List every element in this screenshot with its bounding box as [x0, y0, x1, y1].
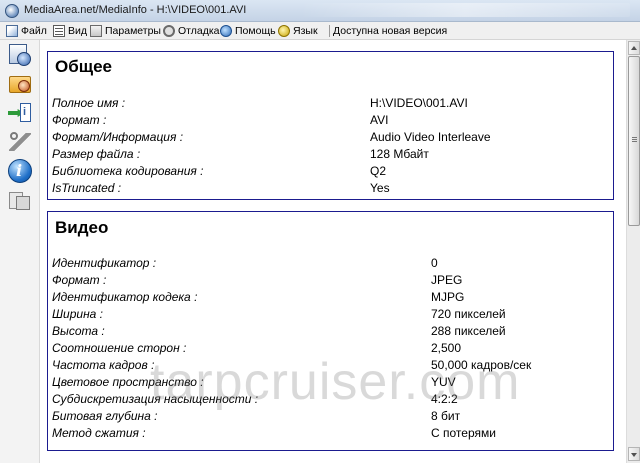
field-value: 720 пикселей — [431, 307, 506, 321]
field-value: 50,000 кадров/сек — [431, 358, 532, 372]
field-label: Цветовое пространство : — [52, 375, 204, 389]
open-folder-icon — [18, 80, 30, 92]
language-icon — [278, 25, 290, 37]
scroll-up-icon[interactable] — [628, 41, 640, 55]
field-value: 8 бит — [431, 409, 461, 423]
field-label: Идентификатор : — [52, 256, 157, 270]
open-file-button[interactable] — [7, 42, 33, 68]
mediainfo-app-icon[interactable] — [5, 4, 19, 18]
field-label: Полное имя : — [52, 96, 126, 110]
field-label: Высота : — [52, 324, 105, 338]
title-bar: MediaArea.net/MediaInfo - H:\VIDEO\001.A… — [0, 0, 640, 22]
field-label: Идентификатор кодека : — [52, 290, 198, 304]
donate-button[interactable] — [7, 187, 33, 213]
left-toolbar: i i — [0, 40, 40, 463]
menu-separator — [329, 25, 330, 37]
menu-help[interactable]: Помощь — [220, 23, 276, 39]
field-value: 4:2:2 — [431, 392, 458, 406]
menu-debug[interactable]: Отладка — [163, 23, 220, 39]
scroll-down-icon[interactable] — [628, 447, 640, 461]
menu-params[interactable]: Параметры — [90, 23, 161, 39]
view-icon — [53, 25, 65, 37]
menu-file[interactable]: Файл — [6, 23, 47, 39]
field-value: YUV — [431, 375, 456, 389]
about-button[interactable]: i — [7, 158, 33, 184]
file-icon — [6, 25, 18, 37]
open-file-icon — [17, 52, 31, 66]
general-section: Общее Полное имя : H:\VIDEO\001.AVI Форм… — [47, 51, 614, 200]
field-label: Формат/Информация : — [52, 130, 184, 144]
pages-icon — [16, 196, 30, 210]
field-label: Соотношение сторон : — [52, 341, 187, 355]
field-value: AVI — [370, 113, 389, 127]
vertical-scrollbar[interactable] — [626, 40, 640, 463]
field-label: Библиотека кодирования : — [52, 164, 204, 178]
field-value: 288 пикселей — [431, 324, 506, 338]
field-value: 128 Мбайт — [370, 147, 429, 161]
field-value: 0 — [431, 256, 438, 270]
info-letter-icon: i — [16, 161, 23, 180]
scroll-thumb[interactable] — [628, 56, 640, 226]
field-label: Частота кадров : — [52, 358, 155, 372]
field-label: Ширина : — [52, 307, 104, 321]
params-icon — [90, 25, 102, 37]
field-value: С потерями — [431, 426, 496, 440]
field-value: JPEG — [431, 273, 463, 287]
field-label: Субдискретизация насыщенности : — [52, 392, 259, 406]
field-value: Audio Video Interleave — [370, 130, 491, 144]
window-title: MediaArea.net/MediaInfo - H:\VIDEO\001.A… — [24, 4, 247, 16]
field-value: MJPG — [431, 290, 465, 304]
field-value: Q2 — [370, 164, 387, 178]
wrench-icon — [10, 132, 18, 140]
preferences-button[interactable] — [7, 129, 33, 155]
open-folder-button[interactable] — [7, 71, 33, 97]
export-button[interactable]: i — [7, 100, 33, 126]
field-label: Размер файла : — [52, 147, 141, 161]
field-value: Yes — [370, 181, 390, 195]
menu-language[interactable]: Язык — [278, 23, 318, 39]
field-label: IsTruncated : — [52, 181, 122, 195]
menu-bar: Файл Вид Параметры Отладка Помощь Язык Д… — [0, 22, 640, 40]
field-label: Битовая глубина : — [52, 409, 158, 423]
video-section: Видео Идентификатор : 0 Формат : JPEG Ид… — [47, 211, 614, 451]
menu-view[interactable]: Вид — [53, 23, 87, 39]
general-section-title: Общее — [55, 57, 112, 76]
field-label: Метод сжатия : — [52, 426, 146, 440]
field-value: 2,500 — [431, 341, 462, 355]
title-bar-glass — [300, 3, 630, 17]
info-letter-icon: i — [23, 106, 27, 118]
debug-icon — [163, 25, 175, 37]
field-value: H:\VIDEO\001.AVI — [370, 96, 468, 110]
video-section-title: Видео — [55, 218, 109, 237]
field-label: Формат : — [52, 273, 107, 287]
info-panel[interactable]: Общее Полное имя : H:\VIDEO\001.AVI Форм… — [40, 40, 626, 463]
menu-update[interactable]: Доступна новая версия — [333, 23, 447, 39]
help-icon — [220, 25, 232, 37]
field-label: Формат : — [52, 113, 107, 127]
